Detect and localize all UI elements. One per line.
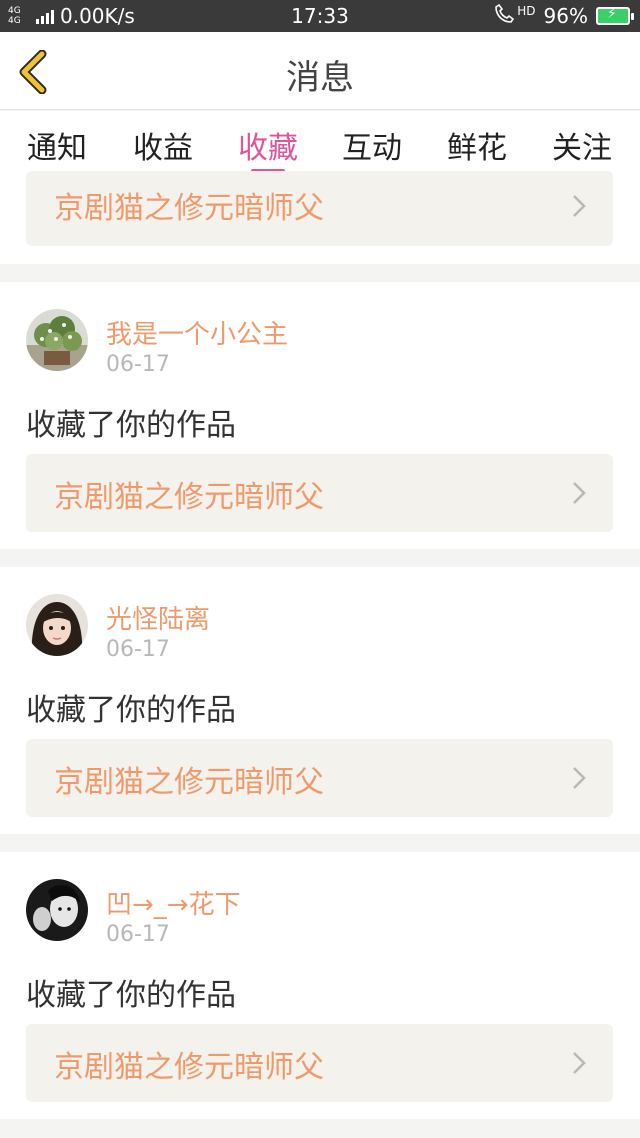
- battery-percent: 96%: [543, 4, 588, 28]
- page-title: 消息: [286, 58, 354, 98]
- battery-icon: ⚡: [596, 6, 634, 25]
- avatar[interactable]: [26, 309, 88, 371]
- work-link[interactable]: 京剧猫之修元暗师父: [26, 739, 613, 817]
- screen: 4G 4G 0.00K/s 17:33 HD 96% ⚡ 消息 通知 收益 收藏…: [0, 0, 640, 1138]
- status-right: HD 96% ⚡: [493, 3, 634, 28]
- avatar[interactable]: [26, 879, 88, 941]
- girl-portrait-avatar: [26, 594, 88, 656]
- chevron-right-icon: [573, 1052, 586, 1074]
- action-text: 收藏了你的作品: [26, 978, 236, 1013]
- work-title: 京剧猫之修元暗师父: [54, 191, 324, 226]
- header: 消息: [0, 32, 640, 110]
- username[interactable]: 光怪陆离: [106, 599, 210, 636]
- work-title: 京剧猫之修元暗师父: [54, 480, 324, 515]
- tab-flowers[interactable]: 鲜花: [432, 123, 522, 167]
- tab-earnings[interactable]: 收益: [118, 123, 208, 167]
- plant-photo-avatar: [26, 309, 88, 371]
- work-link[interactable]: 京剧猫之修元暗师父: [26, 454, 613, 532]
- notification-card: 我是一个小公主 06-17 收藏了你的作品 京剧猫之修元暗师父: [0, 282, 640, 549]
- notification-card-partial: 京剧猫之修元暗师父: [0, 171, 640, 264]
- username[interactable]: 凹→_→花下: [106, 884, 241, 921]
- tab-following[interactable]: 关注: [537, 123, 627, 167]
- work-title: 京剧猫之修元暗师父: [54, 765, 324, 800]
- chevron-right-icon: [573, 195, 586, 217]
- hd-label: HD: [517, 4, 536, 18]
- date: 06-17: [106, 637, 170, 662]
- work-link[interactable]: 京剧猫之修元暗师父: [26, 171, 613, 246]
- notification-card: 凹→_→花下 06-17 收藏了你的作品 京剧猫之修元暗师父: [0, 852, 640, 1119]
- phone-hd-icon: [493, 3, 519, 28]
- action-text: 收藏了你的作品: [26, 693, 236, 728]
- action-text: 收藏了你的作品: [26, 408, 236, 443]
- work-link[interactable]: 京剧猫之修元暗师父: [26, 1024, 613, 1102]
- status-bar: 4G 4G 0.00K/s 17:33 HD 96% ⚡: [0, 0, 640, 32]
- date: 06-17: [106, 922, 170, 947]
- date: 06-17: [106, 352, 170, 377]
- tab-favorites[interactable]: 收藏: [223, 123, 313, 167]
- work-title: 京剧猫之修元暗师父: [54, 1050, 324, 1085]
- chevron-right-icon: [573, 482, 586, 504]
- tab-notifications[interactable]: 通知: [12, 123, 102, 167]
- avatar[interactable]: [26, 594, 88, 656]
- dark-portrait-avatar: [26, 879, 88, 941]
- chevron-right-icon: [573, 767, 586, 789]
- notification-card: 光怪陆离 06-17 收藏了你的作品 京剧猫之修元暗师父: [0, 567, 640, 834]
- tab-interactions[interactable]: 互动: [327, 123, 417, 167]
- username[interactable]: 我是一个小公主: [106, 314, 288, 351]
